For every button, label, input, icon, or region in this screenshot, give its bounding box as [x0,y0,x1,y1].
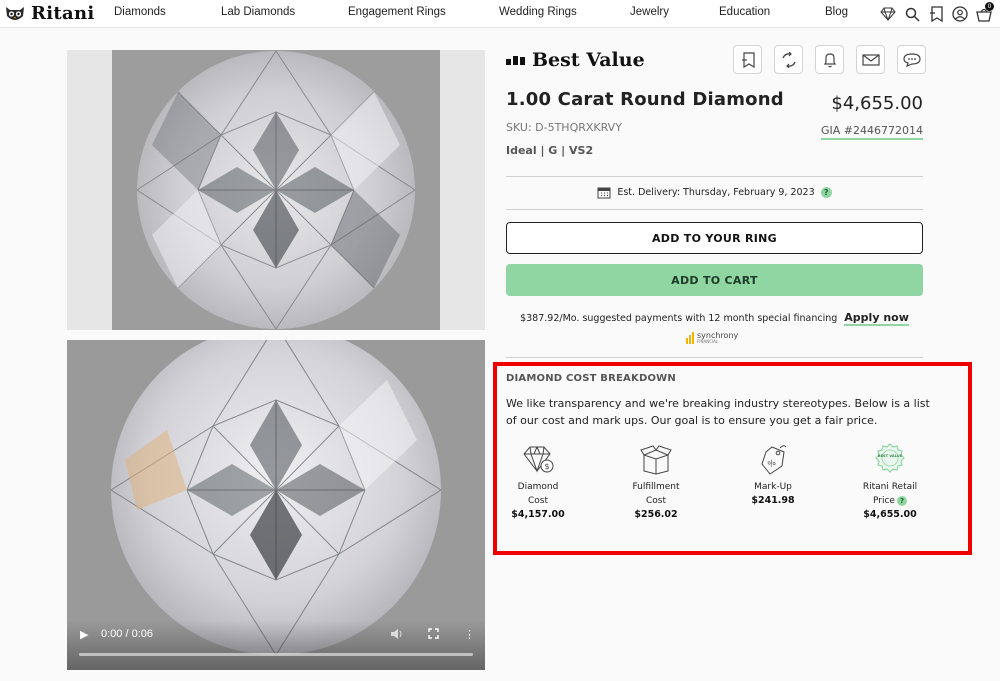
diamond-icon[interactable] [878,4,898,24]
divider [506,357,923,358]
nav-link-engagement-rings[interactable]: Engagement Rings [348,6,446,18]
compare-icon[interactable] [774,45,803,74]
diamond-video[interactable]: ▶ 0:00 / 0:06 ⋮ [67,340,485,670]
account-icon[interactable] [950,4,970,24]
nav-link-education[interactable]: Education [719,6,770,18]
breakdown-item-diamond-cost: $ Diamond Cost $4,157.00 [488,442,588,520]
item-label: Price [873,496,895,506]
nav-link-blog[interactable]: Blog [825,6,848,18]
item-label: Ritani Retail [862,482,918,492]
nav-link-diamonds[interactable]: Diamonds [114,6,166,18]
bookmark-icon[interactable] [733,45,762,74]
best-value-badge-icon: BEST VALUE [875,443,905,473]
breakdown-item-retail-price: BEST VALUE Ritani Retail Price? $4,655.00 [840,442,940,520]
fullscreen-icon[interactable] [428,628,439,642]
help-icon[interactable]: ? [896,495,907,506]
svg-text:%: % [766,458,777,470]
item-label: Diamond [517,482,559,492]
product-title: 1.00 Carat Round Diamond [506,89,784,110]
chat-icon[interactable] [897,45,926,74]
financing-text: $387.92/Mo. suggested payments with 12 m… [520,313,838,324]
calendar-icon [597,187,611,199]
brand-name: Ritani [31,3,95,24]
logo[interactable]: Ritani [4,3,95,24]
more-options-icon[interactable]: ⋮ [464,628,475,641]
video-time: 0:00 / 0:06 [101,628,153,640]
nav-link-jewelry[interactable]: Jewelry [630,6,669,18]
nav-link-lab-diamonds[interactable]: Lab Diamonds [221,6,295,18]
diamond-top-view-graphic [136,50,416,330]
apply-now-link[interactable]: Apply now [844,311,909,326]
delivery-text: Est. Delivery: Thursday, February 9, 202… [617,187,815,198]
synchrony-logo: synchrony FINANCIAL [686,332,738,344]
wishlist-icon[interactable] [926,4,946,24]
badge-text: BEST VALUE [878,454,903,458]
bell-icon[interactable] [815,45,844,74]
nav-link-wedding-rings[interactable]: Wedding Rings [499,6,577,18]
divider [506,176,923,177]
svg-text:$: $ [544,462,549,471]
gia-certificate-link[interactable]: GIA #2446772014 [821,124,923,140]
synchrony-bars-icon [686,332,694,344]
synchrony-subtext: FINANCIAL [697,339,719,344]
diamond-cost-icon: $ [523,446,554,473]
item-label: Cost [645,496,666,506]
breakdown-description: We like transparency and we're breaking … [506,397,930,427]
video-progress-bar[interactable] [79,653,473,656]
item-label: Mark-Up [754,482,792,492]
item-value: $4,157.00 [511,509,565,520]
add-to-cart-button[interactable]: ADD TO CART [506,264,923,296]
breakdown-title: DIAMOND COST BREAKDOWN [506,373,676,384]
box-icon [640,445,672,475]
best-value-label: Best Value [532,49,645,71]
product-price: $4,655.00 [831,93,923,114]
breakdown-item-fulfillment-cost: Fulfillment Cost $256.02 [606,442,706,520]
item-value: $241.98 [751,495,795,506]
volume-icon[interactable] [390,628,403,643]
owl-logo-icon [6,6,24,20]
financing-info: $387.92/Mo. suggested payments with 12 m… [506,311,923,326]
bar-chart-icon [506,55,525,65]
delivery-estimate: Est. Delivery: Thursday, February 9, 202… [506,186,923,199]
best-value-badge: Best Value [506,49,645,71]
item-label: Cost [527,496,548,506]
top-nav: Ritani Diamonds Lab Diamonds Engagement … [0,0,1000,28]
help-icon[interactable]: ? [820,187,832,198]
email-icon[interactable] [856,45,885,74]
product-specs: Ideal | G | VS2 [506,144,594,157]
play-icon[interactable]: ▶ [80,628,88,641]
add-to-ring-button[interactable]: ADD TO YOUR RING [506,222,923,254]
item-value: $256.02 [634,509,678,520]
diamond-top-image[interactable] [67,50,485,330]
divider [506,209,923,210]
breakdown-item-mark-up: % Mark-Up $241.98 [723,442,823,506]
product-sku: SKU: D-5THQRXKRVY [506,121,622,134]
price-tag-icon: % [761,445,787,475]
cart-count-badge: 0 [985,2,994,11]
cart-icon[interactable]: 0 [974,2,994,24]
item-value: $4,655.00 [863,509,917,520]
item-label: Fulfillment [632,482,680,492]
search-icon[interactable] [902,4,922,24]
